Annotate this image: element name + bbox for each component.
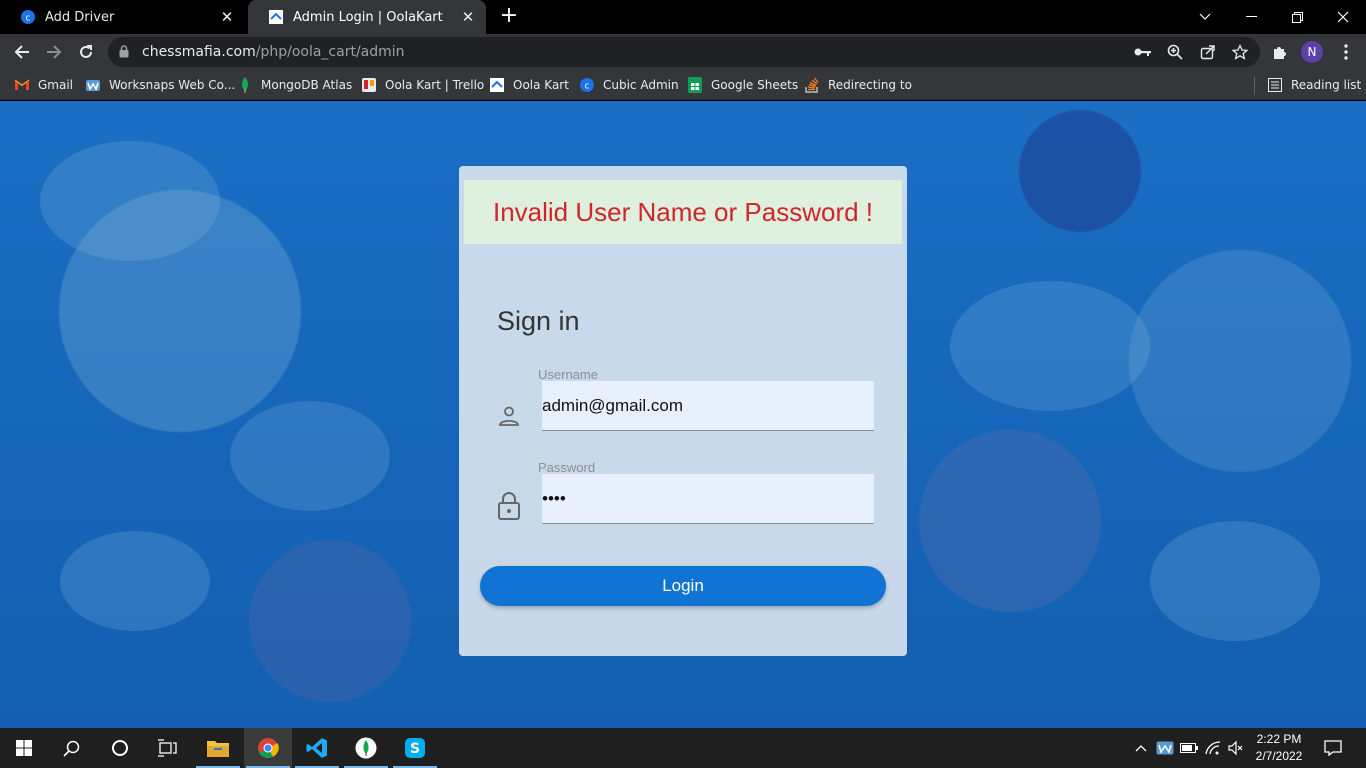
oolakart-icon xyxy=(489,77,505,93)
bookmark-gmail[interactable]: Gmail xyxy=(14,76,73,94)
background-foliage xyxy=(60,531,210,631)
cubic-favicon-icon: c xyxy=(21,10,35,24)
worksnaps-tray-icon[interactable] xyxy=(1154,728,1176,768)
svg-text:c: c xyxy=(26,14,31,24)
mongodb-compass-icon[interactable] xyxy=(342,728,390,768)
clock-time: 2:22 PM xyxy=(1256,732,1302,746)
bookmark-label: Cubic Admin xyxy=(603,78,679,92)
back-icon[interactable] xyxy=(8,38,36,66)
trello-icon xyxy=(361,77,377,93)
url-text[interactable]: chessmafia.com/php/oola_cart/admin xyxy=(142,44,405,60)
bookmark-redirecting-to[interactable]: Redirecting to xyxy=(804,76,912,94)
tab-close-icon[interactable]: ✕ xyxy=(215,5,239,29)
volume-muted-icon[interactable] xyxy=(1225,728,1247,768)
chrome-icon[interactable] xyxy=(244,728,292,768)
background-foliage xyxy=(1150,521,1320,641)
lock-icon xyxy=(495,492,523,520)
new-tab-icon[interactable]: + xyxy=(497,5,521,29)
reading-list-label: Reading list xyxy=(1291,78,1362,92)
search-icon[interactable] xyxy=(48,728,96,768)
oolakart-favicon-icon xyxy=(269,10,283,24)
vscode-icon[interactable] xyxy=(293,728,341,768)
share-icon[interactable] xyxy=(1198,43,1218,61)
cortana-icon[interactable] xyxy=(96,728,144,768)
task-view-icon[interactable] xyxy=(144,728,192,768)
network-icon[interactable] xyxy=(1202,728,1224,768)
tab-label: Add Driver xyxy=(45,9,115,25)
restore-icon[interactable] xyxy=(1274,0,1320,34)
reading-list-button[interactable]: Reading list xyxy=(1267,76,1361,94)
bookmark-google-sheets[interactable]: Google Sheets xyxy=(687,76,798,94)
show-hidden-icons-icon[interactable] xyxy=(1130,728,1152,768)
tab-admin-login[interactable]: Admin Login | OolaKart ✕ xyxy=(248,0,486,34)
password-key-icon[interactable] xyxy=(1133,43,1153,61)
profile-avatar[interactable]: N xyxy=(1301,41,1323,63)
bookmark-star-icon[interactable] xyxy=(1230,43,1250,61)
background-foliage xyxy=(230,401,390,511)
svg-text:c: c xyxy=(585,82,590,92)
bookmarks-bar: Gmail Worksnaps Web Co... MongoDB Atlas … xyxy=(0,70,1366,100)
file-explorer-icon[interactable] xyxy=(194,728,242,768)
address-bar[interactable]: chessmafia.com/php/oola_cart/admin xyxy=(108,37,1260,67)
bookmark-mongodb-atlas[interactable]: MongoDB Atlas xyxy=(237,76,352,94)
browser-toolbar: chessmafia.com/php/oola_cart/admin N xyxy=(0,34,1366,70)
cubic-icon: c xyxy=(579,77,595,93)
mongodb-icon xyxy=(237,77,253,93)
lock-icon xyxy=(119,45,129,58)
password-field[interactable] xyxy=(542,474,874,524)
bookmark-label: Worksnaps Web Co... xyxy=(109,78,236,92)
battery-icon[interactable] xyxy=(1178,728,1200,768)
windows-start-icon[interactable] xyxy=(0,728,48,768)
close-window-icon[interactable] xyxy=(1320,0,1366,34)
background-foliage xyxy=(950,281,1150,411)
skype-icon[interactable]: S xyxy=(391,728,439,768)
zoom-icon[interactable] xyxy=(1165,43,1185,61)
clock[interactable]: 2:22 PM 2/7/2022 xyxy=(1248,731,1310,765)
bookmark-oola-kart[interactable]: Oola Kart xyxy=(489,76,569,94)
background-foliage xyxy=(40,141,220,261)
windows-taskbar: S 2:22 PM 2/7/2022 xyxy=(0,728,1366,768)
bookmark-label: Redirecting to xyxy=(828,78,912,92)
username-field[interactable] xyxy=(542,381,874,431)
chrome-menu-icon[interactable] xyxy=(1334,40,1358,64)
reading-list-icon xyxy=(1267,77,1283,93)
login-button[interactable]: Login xyxy=(480,566,886,606)
bookmark-label: Oola Kart xyxy=(513,78,569,92)
minimize-icon[interactable] xyxy=(1228,0,1274,34)
bookmark-label: MongoDB Atlas xyxy=(261,78,353,92)
worksnaps-icon xyxy=(85,77,101,93)
signin-heading: Sign in xyxy=(497,306,580,336)
forward-icon[interactable] xyxy=(40,38,68,66)
error-alert: Invalid User Name or Password ! xyxy=(464,180,902,244)
tab-search-icon[interactable] xyxy=(1182,0,1228,34)
bookmark-label: Gmail xyxy=(38,78,74,92)
user-icon xyxy=(495,402,523,430)
sheets-icon xyxy=(687,77,703,93)
bookmark-worksnaps[interactable]: Worksnaps Web Co... xyxy=(85,76,235,94)
reload-icon[interactable] xyxy=(72,38,100,66)
tab-close-icon[interactable]: ✕ xyxy=(456,5,480,29)
tab-strip: c Add Driver ✕ Admin Login | OolaKart ✕ … xyxy=(0,0,1366,34)
username-label: Username xyxy=(538,367,598,382)
tab-label: Admin Login | OolaKart xyxy=(293,9,443,25)
gmail-icon xyxy=(14,77,30,93)
bookmark-cubic-admin[interactable]: c Cubic Admin xyxy=(579,76,679,94)
bookmark-label: Oola Kart | Trello xyxy=(385,78,485,92)
bookmark-oola-kart-trello[interactable]: Oola Kart | Trello xyxy=(361,76,484,94)
clock-date: 2/7/2022 xyxy=(1255,749,1303,763)
svg-text:S: S xyxy=(410,741,420,757)
bookmark-label: Google Sheets xyxy=(711,78,799,92)
notifications-icon[interactable] xyxy=(1320,728,1346,768)
stackoverflow-icon xyxy=(804,77,820,93)
extensions-puzzle-icon[interactable] xyxy=(1268,40,1292,64)
password-label: Password xyxy=(538,460,596,475)
login-card: Invalid User Name or Password ! Sign in … xyxy=(459,166,907,656)
login-page-background: Invalid User Name or Password ! Sign in … xyxy=(0,101,1366,728)
tab-add-driver[interactable]: c Add Driver ✕ xyxy=(0,0,245,34)
bookmarks-separator xyxy=(1254,77,1255,95)
